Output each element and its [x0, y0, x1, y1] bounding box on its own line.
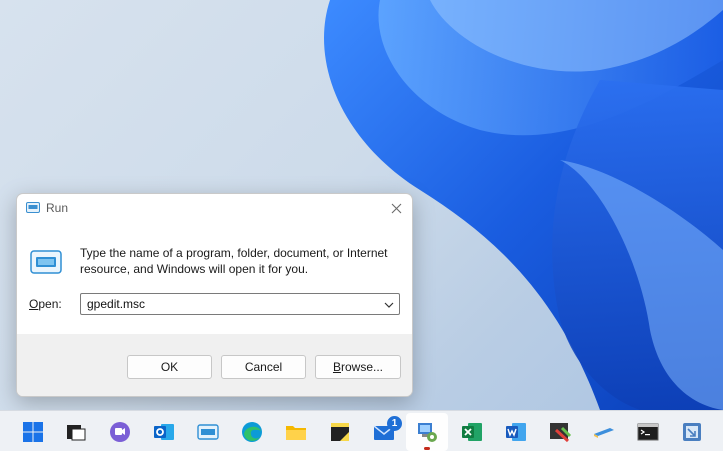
- sticky-notes-button[interactable]: [325, 417, 355, 447]
- folder-icon: [286, 426, 306, 440]
- notepad-icon: [594, 428, 614, 438]
- edge-button[interactable]: [237, 417, 267, 447]
- active-app-indicator: [424, 447, 430, 450]
- group-policy-editor-button[interactable]: [412, 417, 442, 447]
- snipping-tool-button[interactable]: [545, 417, 575, 447]
- ok-button[interactable]: OK: [127, 355, 212, 379]
- instruction-text: Type the name of a program, folder, docu…: [80, 246, 388, 276]
- start-button[interactable]: [18, 417, 48, 447]
- teams-chat-icon: [110, 422, 130, 442]
- open-label: Open:: [29, 297, 62, 311]
- notepad-button[interactable]: [589, 417, 619, 447]
- open-label-accesskey: O: [29, 297, 39, 311]
- app-icon: [683, 423, 701, 441]
- open-label-rest: pen:: [38, 297, 62, 311]
- excel-icon: [462, 423, 482, 441]
- app-button[interactable]: [677, 417, 707, 447]
- mail-notification-badge: 1: [387, 416, 402, 431]
- group-policy-icon: [418, 423, 437, 442]
- word-button[interactable]: [501, 417, 531, 447]
- outlook-icon: [154, 424, 174, 440]
- chevron-down-icon[interactable]: [383, 299, 395, 311]
- open-input[interactable]: gpedit.msc: [87, 297, 145, 311]
- cancel-button[interactable]: Cancel: [221, 355, 306, 379]
- run-icon: [26, 202, 40, 213]
- outlook-button[interactable]: [149, 417, 179, 447]
- dialog-title: Run: [46, 201, 69, 215]
- taskbar: [0, 410, 723, 451]
- run-dialog: Run Type the name of a program, folder, …: [16, 193, 413, 397]
- run-program-icon: [30, 250, 62, 274]
- run-taskbar-button[interactable]: [193, 417, 223, 447]
- browse-label-rest: rowse...: [341, 360, 384, 374]
- sticky-notes-icon: [331, 423, 349, 441]
- browse-button[interactable]: Browse...: [315, 355, 401, 379]
- word-icon: [506, 423, 526, 441]
- command-prompt-button[interactable]: [633, 417, 663, 447]
- edge-icon: [242, 422, 262, 442]
- browse-accesskey: B: [332, 360, 341, 374]
- file-explorer-button[interactable]: [281, 417, 311, 447]
- close-button[interactable]: [380, 194, 412, 222]
- task-view-button[interactable]: [61, 417, 91, 447]
- title-bar[interactable]: Run: [17, 194, 412, 222]
- cmd-icon: [637, 423, 659, 441]
- open-combobox[interactable]: gpedit.msc: [80, 293, 400, 315]
- close-icon: [391, 203, 401, 213]
- excel-button[interactable]: [457, 417, 487, 447]
- snipping-tool-icon: [550, 423, 572, 443]
- windows-logo-icon: [23, 422, 43, 442]
- task-view-icon: [67, 425, 86, 441]
- teams-chat-button[interactable]: [105, 417, 135, 447]
- run-icon: [197, 424, 219, 440]
